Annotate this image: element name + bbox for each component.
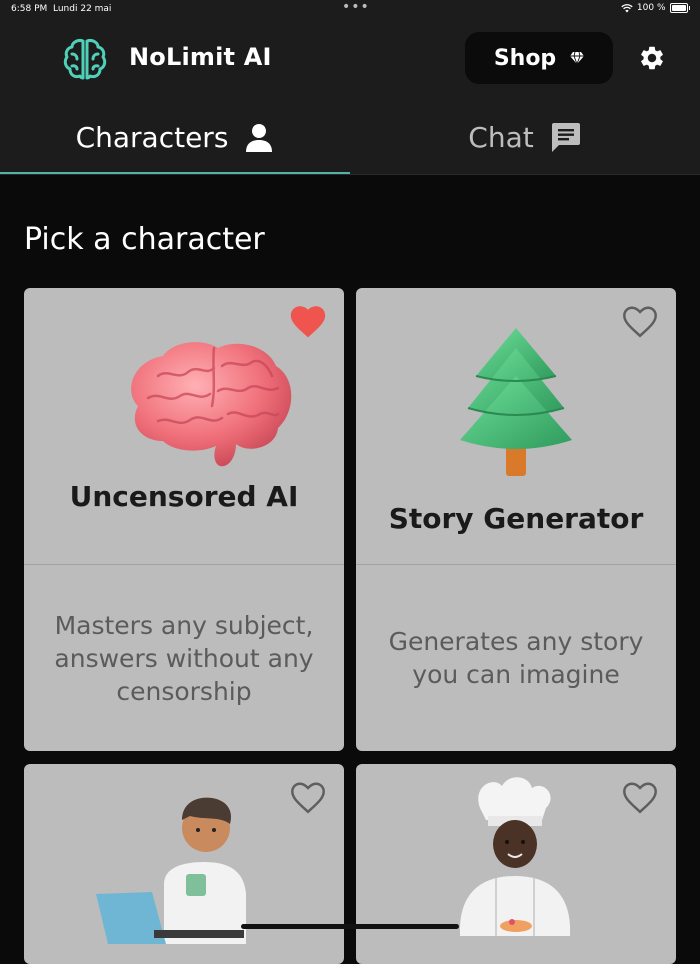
app-name: NoLimit AI [129, 43, 272, 71]
heart-outline-icon[interactable] [622, 782, 658, 814]
heart-outline-icon[interactable] [290, 782, 326, 814]
status-bar: 6:58 PM Lundi 22 mai ••• 100 % [0, 0, 700, 18]
tab-bar: Characters Chat [0, 100, 700, 175]
card-description: Generates any story you can imagine [388, 627, 644, 689]
app-header: NoLimit AI Shop [0, 18, 700, 100]
gear-icon[interactable] [638, 44, 666, 72]
chef-illustration [459, 777, 571, 936]
person-laptop-illustration [96, 797, 246, 944]
status-time-date: 6:58 PM Lundi 22 mai [11, 4, 111, 14]
shop-button[interactable]: Shop [465, 32, 613, 84]
diamond-icon [570, 52, 585, 64]
status-indicators: 100 % [621, 3, 690, 13]
battery-percent: 100 % [636, 3, 666, 13]
status-date: Lundi 22 mai [53, 4, 112, 14]
character-card-uncensored-ai[interactable]: Uncensored AI Masters any subject, answe… [24, 288, 344, 751]
heart-filled-icon[interactable] [290, 306, 326, 338]
tab-characters[interactable]: Characters [0, 100, 350, 174]
page-title: Pick a character [24, 222, 265, 257]
heart-outline-icon[interactable] [622, 306, 658, 338]
card-title: Story Generator [388, 502, 644, 535]
card-title: Uncensored AI [69, 480, 299, 513]
character-card-story-generator[interactable]: Story Generator Generates any story you … [356, 288, 676, 751]
brain-logo-icon [63, 39, 107, 80]
tree-illustration [460, 328, 572, 476]
card-description: Masters any subject, answers without any… [54, 610, 314, 706]
brain-illustration [131, 342, 292, 467]
wifi-icon [621, 3, 633, 12]
battery-icon [669, 3, 688, 13]
tab-chat-label: Chat [468, 120, 534, 154]
character-card-4[interactable] [356, 764, 676, 964]
active-tab-indicator [0, 172, 350, 174]
shop-label: Shop [493, 45, 557, 71]
chat-bubble-icon [551, 123, 580, 152]
character-card-3[interactable] [24, 764, 344, 964]
tab-chat[interactable]: Chat [350, 100, 700, 174]
status-time: 6:58 PM [11, 4, 48, 14]
home-indicator[interactable] [241, 924, 459, 929]
multitasking-dots-icon[interactable]: ••• [342, 0, 370, 14]
person-icon [246, 124, 273, 152]
tab-characters-label: Characters [75, 120, 229, 154]
